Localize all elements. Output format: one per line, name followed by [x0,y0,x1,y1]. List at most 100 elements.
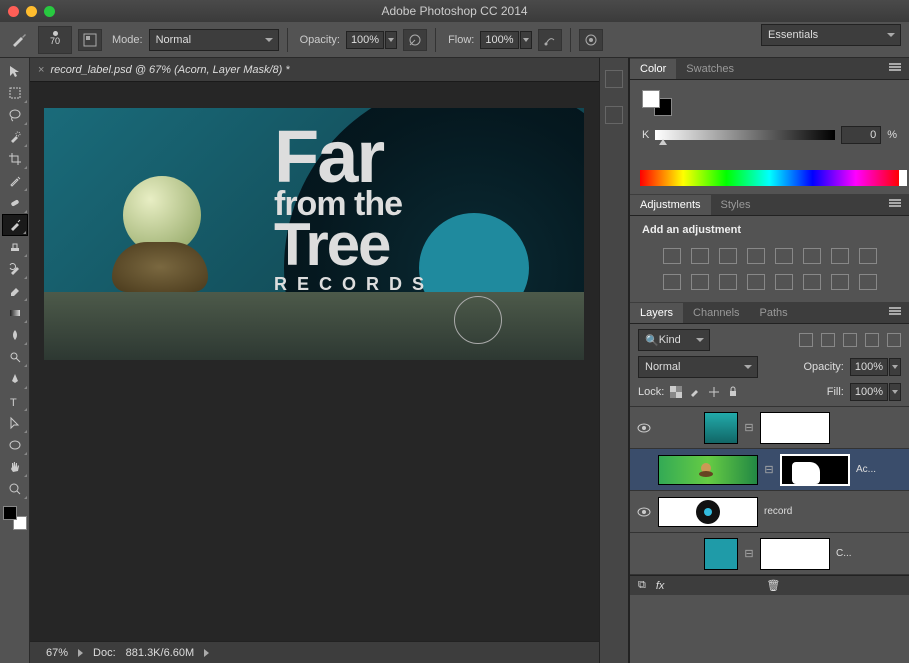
adj-photofilter-icon[interactable] [663,274,681,290]
adj-threshold-icon[interactable] [803,274,821,290]
layer-row[interactable]: ⊟ [630,407,909,449]
tab-styles[interactable]: Styles [711,195,761,215]
visibility-toggle[interactable] [636,420,652,436]
new-layer-icon[interactable] [743,579,756,592]
blend-mode-select[interactable]: Normal [149,29,279,51]
tab-adjustments[interactable]: Adjustments [630,195,711,215]
opacity-input[interactable]: 100% [346,31,397,49]
panel-menu-icon[interactable] [889,307,903,317]
tool-clone-stamp[interactable] [2,236,28,258]
adj-exposure-icon[interactable] [747,248,765,264]
adj-invert-icon[interactable] [747,274,765,290]
tool-zoom[interactable] [2,478,28,500]
panel-menu-icon[interactable] [889,63,903,73]
tool-marquee[interactable] [2,82,28,104]
adj-selectivecolor-icon[interactable] [859,274,877,290]
close-tab-icon[interactable]: × [38,64,44,76]
tool-eyedropper[interactable] [2,170,28,192]
adj-colorbalance-icon[interactable] [831,248,849,264]
tool-preset-icon[interactable] [8,28,32,52]
adj-bw-icon[interactable] [859,248,877,264]
layer-thumbnail[interactable] [658,497,758,527]
lock-pixels-icon[interactable] [689,386,702,399]
layer-thumbnail[interactable] [658,455,758,485]
fx-menu[interactable]: fx [656,580,665,592]
pressure-size-toggle[interactable] [579,29,603,51]
foreground-color-swatch[interactable] [3,506,17,520]
layer-filter-kind-select[interactable]: 🔍Kind [638,329,710,351]
filter-smart-icon[interactable] [887,333,901,347]
airbrush-toggle[interactable] [538,29,562,51]
link-layers-icon[interactable]: ⧉ [638,579,646,592]
visibility-toggle[interactable] [636,462,652,478]
workspace-select[interactable]: Essentials [761,24,901,46]
tool-eraser[interactable] [2,280,28,302]
tab-paths[interactable]: Paths [750,303,798,323]
adj-hue-icon[interactable] [803,248,821,264]
tool-healing[interactable] [2,192,28,214]
layer-opacity-input[interactable]: 100% [850,358,901,376]
filter-pixel-icon[interactable] [799,333,813,347]
layer-row[interactable]: ⊟ Ac... [630,449,909,491]
visibility-toggle[interactable] [636,546,652,562]
adj-colorlookup-icon[interactable] [719,274,737,290]
collapsed-panel-icon[interactable] [605,70,623,88]
visibility-toggle[interactable] [636,504,652,520]
lock-transparent-icon[interactable] [670,386,683,399]
delete-layer-icon[interactable]: 🗑 [766,579,780,592]
filter-adjust-icon[interactable] [821,333,835,347]
lock-all-icon[interactable] [727,386,740,399]
pressure-opacity-toggle[interactable] [403,29,427,51]
adj-brightness-icon[interactable] [663,248,681,264]
tool-blur[interactable] [2,324,28,346]
new-group-icon[interactable] [720,579,733,592]
color-spectrum[interactable] [640,170,899,186]
tool-crop[interactable] [2,148,28,170]
tool-history-brush[interactable] [2,258,28,280]
mask-thumbnail[interactable] [780,454,850,486]
tool-hand[interactable] [2,456,28,478]
mask-thumbnail[interactable] [760,412,830,444]
tool-lasso[interactable] [2,104,28,126]
adj-gradientmap-icon[interactable] [831,274,849,290]
new-fill-adj-icon[interactable] [697,579,710,592]
layer-thumbnail[interactable] [704,412,738,444]
layer-row[interactable]: record [630,491,909,533]
adj-curves-icon[interactable] [719,248,737,264]
filter-shape-icon[interactable] [865,333,879,347]
tab-layers[interactable]: Layers [630,303,683,323]
document-tab[interactable]: × record_label.psd @ 67% (Acorn, Layer M… [30,58,599,82]
layer-row[interactable]: ⊟ C... [630,533,909,575]
lock-position-icon[interactable] [708,386,721,399]
tab-swatches[interactable]: Swatches [676,59,744,79]
mask-thumbnail[interactable] [760,538,830,570]
adj-vibrance-icon[interactable] [775,248,793,264]
adj-channelmixer-icon[interactable] [691,274,709,290]
layer-thumbnail[interactable] [704,538,738,570]
adj-levels-icon[interactable] [691,248,709,264]
tab-color[interactable]: Color [630,59,676,79]
flow-input[interactable]: 100% [480,31,531,49]
zoom-menu-icon[interactable] [78,649,83,657]
mask-link-icon[interactable]: ⊟ [744,547,754,560]
status-menu-icon[interactable] [204,649,209,657]
canvas[interactable]: Far from the Tree RECORDS [44,108,584,360]
zoom-level[interactable]: 67% [46,647,68,659]
layer-fill-input[interactable]: 100% [850,383,901,401]
tool-shape[interactable] [2,434,28,456]
mask-link-icon[interactable]: ⊟ [744,421,754,434]
filter-type-icon[interactable] [843,333,857,347]
tab-channels[interactable]: Channels [683,303,749,323]
k-slider[interactable] [655,130,835,140]
color-swatch-pair[interactable] [642,90,672,116]
tool-type[interactable]: T [2,390,28,412]
k-value[interactable]: 0 [841,126,881,144]
foreground-background-color[interactable] [3,506,27,530]
brush-panel-toggle[interactable] [78,29,102,51]
add-mask-icon[interactable] [674,579,687,592]
tool-path-select[interactable] [2,412,28,434]
brush-size-picker[interactable]: 70 [38,26,72,54]
tool-brush[interactable] [2,214,28,236]
tool-dodge[interactable] [2,346,28,368]
panel-menu-icon[interactable] [889,199,903,209]
